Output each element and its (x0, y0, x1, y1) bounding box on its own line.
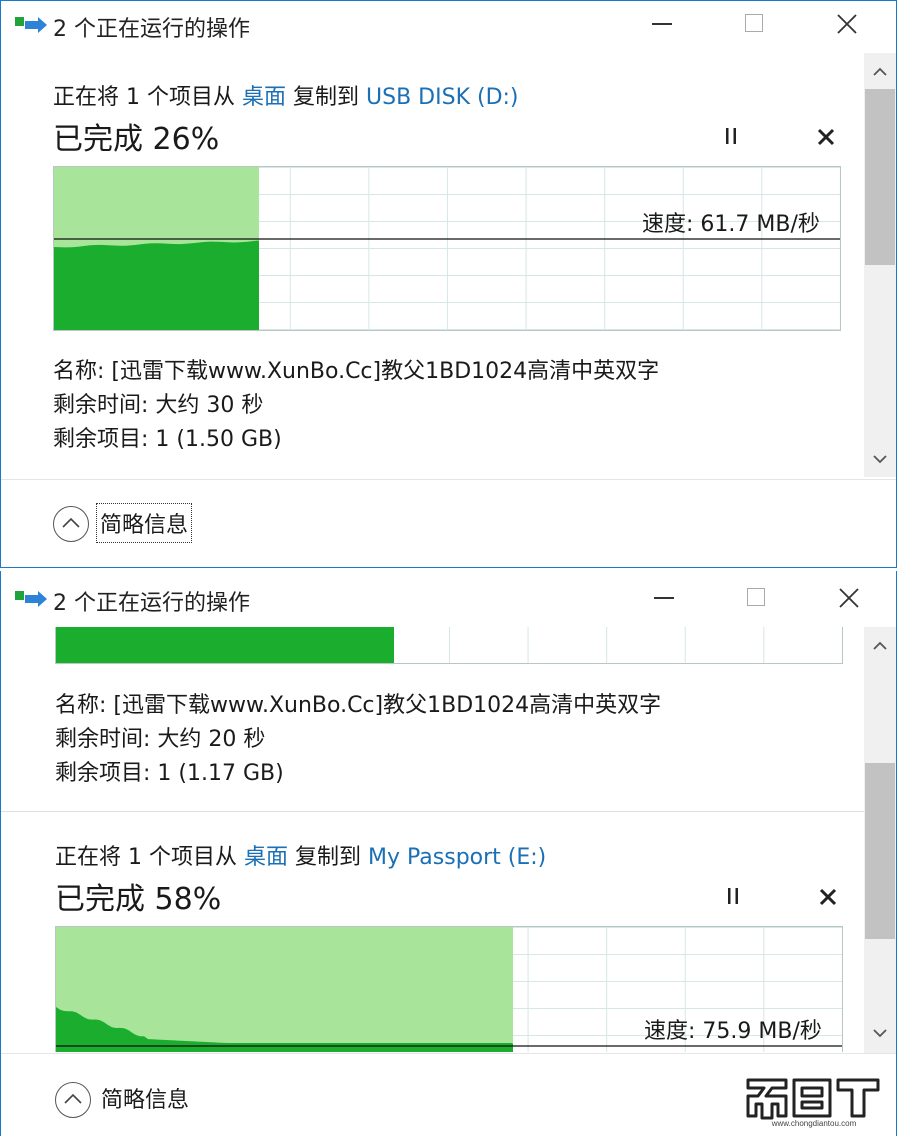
copy-transfer-icon (15, 589, 49, 609)
chevron-down-icon (873, 1029, 887, 1038)
minimize-button[interactable] (641, 597, 687, 599)
desc-prefix: 正在将 1 个项目从 (55, 845, 237, 870)
title-bar[interactable]: 2 个正在运行的操作 (1, 1, 896, 51)
progress-fill (56, 627, 394, 663)
destination-link[interactable]: My Passport (E:) (368, 845, 546, 870)
scroll-up-button[interactable] (864, 61, 896, 85)
progress-bar (55, 627, 843, 664)
chevron-up-icon (873, 641, 887, 650)
maximize-icon (747, 588, 765, 606)
scroll-down-button[interactable] (864, 449, 896, 473)
fewer-details-link[interactable]: 简略信息 (96, 503, 193, 543)
scroll-thumb[interactable] (865, 763, 895, 939)
desc-prefix: 正在将 1 个项目从 (53, 85, 235, 110)
operation-divider (1, 811, 864, 812)
collapse-button[interactable] (55, 1082, 91, 1118)
items-remaining-row: 剩余项目: 1 (1.17 GB) (55, 755, 284, 787)
pause-button[interactable] (711, 117, 751, 157)
source-link[interactable]: 桌面 (244, 845, 288, 870)
collapse-button[interactable] (53, 506, 89, 542)
speed-graph (53, 166, 841, 331)
chevron-down-icon (873, 455, 887, 464)
fewer-details-link[interactable]: 简略信息 (98, 1079, 192, 1117)
maximize-button[interactable] (731, 14, 777, 32)
time-label: 剩余时间: (53, 393, 149, 418)
items-value: 1 (1.50 GB) (155, 427, 282, 452)
name-row: 名称: [迅雷下载www.XunBo.Cc]教父1BD1024高清中英双字 (53, 353, 659, 385)
scroll-up-button[interactable] (864, 635, 896, 659)
time-label: 剩余时间: (55, 727, 151, 752)
dialog-footer: 简略信息 (1, 479, 896, 567)
copy-transfer-icon (15, 15, 49, 35)
pause-button[interactable] (713, 877, 753, 917)
source-link[interactable]: 桌面 (242, 85, 286, 110)
copy-dialog-window-2: 2 个正在运行的操作 名称: [迅雷下载www.XunBo.Cc]教父1BD10… (0, 571, 897, 1136)
pause-icon (728, 888, 738, 904)
cancel-button[interactable] (808, 877, 848, 917)
watermark-logo: www.chongdiantou.com (742, 1072, 887, 1128)
scroll-down-button[interactable] (864, 1023, 896, 1047)
operation-description: 正在将 1 个项目从 桌面 复制到 USB DISK (D:) (53, 79, 519, 111)
name-row: 名称: [迅雷下载www.XunBo.Cc]教父1BD1024高清中英双字 (55, 687, 661, 719)
speed-label: 速度: 61.7 MB/秒 (642, 212, 820, 237)
minimize-icon (654, 597, 674, 599)
time-value: 大约 30 秒 (155, 393, 264, 418)
speed-area (54, 240, 259, 330)
close-icon (839, 588, 859, 608)
close-button[interactable] (826, 587, 872, 609)
desc-mid: 复制到 (295, 845, 362, 870)
name-label: 名称: (55, 693, 107, 718)
time-value: 大约 20 秒 (157, 727, 266, 752)
percent-complete: 已完成 26% (53, 122, 220, 157)
items-remaining-row: 剩余项目: 1 (1.50 GB) (53, 421, 282, 453)
collapse-icon (64, 1093, 82, 1104)
maximize-icon (745, 14, 763, 32)
minimize-icon (652, 23, 672, 25)
watermark-url: www.chongdiantou.com (771, 1119, 857, 1128)
name-value: [迅雷下载www.XunBo.Cc]教父1BD1024高清中英双字 (111, 359, 660, 384)
destination-link[interactable]: USB DISK (D:) (366, 85, 519, 110)
chevron-up-icon (873, 67, 887, 76)
window-title: 2 个正在运行的操作 (53, 591, 250, 616)
scrollbar[interactable] (864, 627, 896, 1055)
title-bar[interactable]: 2 个正在运行的操作 (1, 571, 896, 621)
time-remaining-row: 剩余时间: 大约 30 秒 (53, 387, 263, 419)
name-value: [迅雷下载www.XunBo.Cc]教父1BD1024高清中英双字 (113, 693, 662, 718)
cancel-button[interactable] (806, 117, 846, 157)
time-remaining-row: 剩余时间: 大约 20 秒 (55, 721, 265, 753)
items-label: 剩余项目: (53, 427, 149, 452)
minimize-button[interactable] (639, 23, 685, 25)
percent-complete: 已完成 58% (55, 882, 222, 917)
close-icon (837, 14, 857, 34)
maximize-button[interactable] (733, 588, 779, 606)
desc-mid: 复制到 (293, 85, 360, 110)
scroll-thumb[interactable] (865, 89, 895, 265)
speed-graph-plot (54, 167, 840, 330)
copy-dialog-window-1: 2 个正在运行的操作 正在将 1 个项目从 桌面 复制到 USB DISK (D… (0, 0, 897, 568)
cancel-icon (817, 128, 835, 146)
window-title: 2 个正在运行的操作 (53, 17, 250, 42)
close-button[interactable] (824, 13, 870, 35)
name-label: 名称: (53, 359, 105, 384)
scrollbar[interactable] (864, 53, 896, 477)
items-label: 剩余项目: (55, 761, 151, 786)
cancel-icon (819, 888, 837, 906)
pause-icon (726, 128, 736, 144)
logo-icon: www.chongdiantou.com (746, 1078, 880, 1128)
speed-label: 速度: 75.9 MB/秒 (644, 1019, 822, 1044)
items-value: 1 (1.17 GB) (157, 761, 284, 786)
collapse-icon (62, 517, 80, 528)
operation-description: 正在将 1 个项目从 桌面 复制到 My Passport (E:) (55, 839, 546, 871)
